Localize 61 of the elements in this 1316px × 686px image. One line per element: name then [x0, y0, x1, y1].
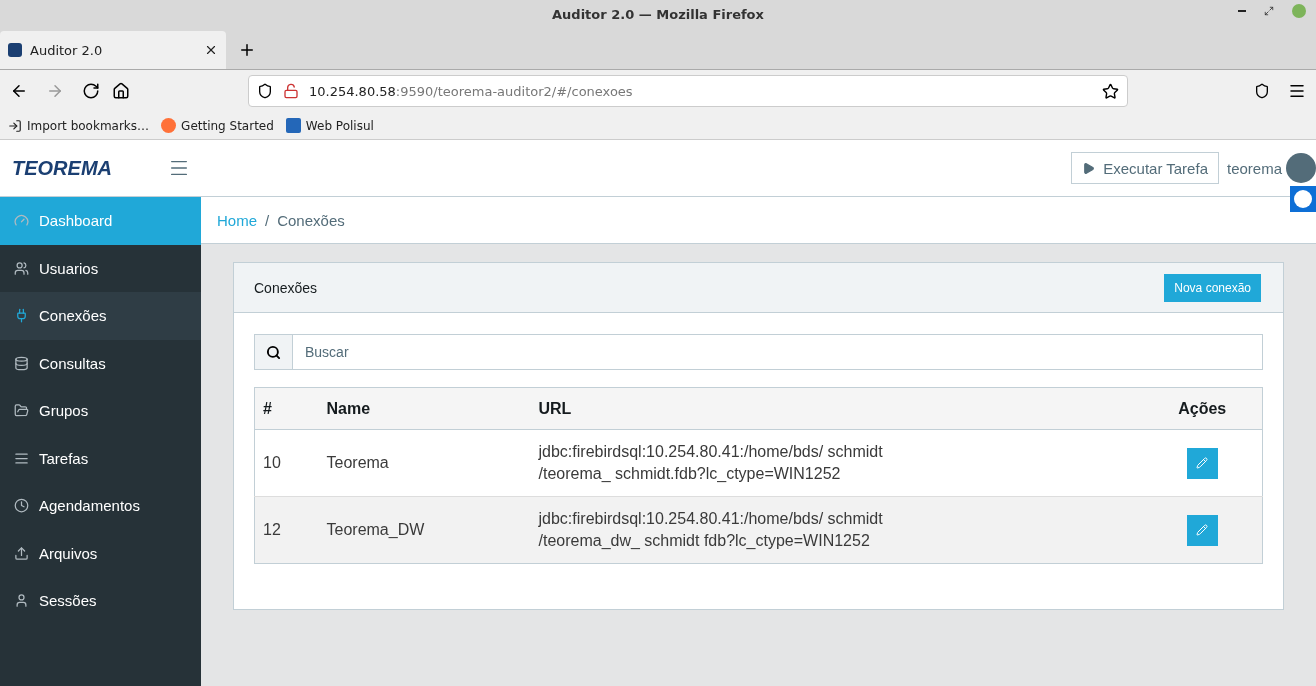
reload-icon[interactable] [82, 82, 100, 100]
column-header: Name [318, 387, 531, 430]
sidebar-item[interactable]: Agendamentos [0, 482, 201, 530]
plug-icon [14, 308, 29, 324]
bookmark-item[interactable]: Web Polisul [285, 118, 374, 133]
sidebar-item[interactable]: Sessões [0, 577, 201, 625]
new-tab-icon[interactable] [238, 41, 256, 59]
sidebar-item[interactable]: Arquivos [0, 529, 201, 577]
card-title: Conexões [254, 279, 318, 296]
back-icon[interactable] [10, 82, 28, 100]
list-icon [14, 450, 29, 466]
address-bar[interactable]: 10.254.80.58:9590/teorema-auditor2/#/conexoes [248, 75, 1128, 107]
sidebar-item[interactable]: Conexões [0, 292, 201, 340]
close-icon[interactable] [204, 43, 218, 57]
bookmark-item[interactable]: Import bookmarks… [8, 118, 150, 133]
run-task-button[interactable]: Executar Tarefa [1071, 152, 1219, 184]
user-icon [14, 593, 29, 609]
browser-logo-icon [161, 118, 177, 133]
url-text: jdbc:firebirdsql:10.254.80.41:/home/bds/ schmidt [538, 442, 884, 462]
edit-icon [1196, 457, 1209, 469]
users-icon [14, 260, 29, 276]
bookmark-item[interactable]: Getting Started [161, 118, 274, 133]
clock-icon [14, 498, 29, 514]
column-header: URL [530, 387, 1143, 430]
breadcrumb-separator: / [265, 211, 270, 229]
home-icon[interactable] [112, 82, 130, 100]
site-icon [285, 118, 301, 133]
table-cell: Teorema_DW [318, 496, 531, 564]
remote-support-icon[interactable] [1290, 186, 1316, 212]
user-name[interactable]: teorema [1226, 159, 1282, 177]
edit-button[interactable] [1186, 447, 1218, 479]
table-cell: Teorema [318, 429, 531, 497]
sidebar-item[interactable]: Tarefas [0, 434, 201, 482]
sidebar-item[interactable]: Consultas [0, 339, 201, 387]
shield-icon[interactable] [257, 83, 273, 99]
table-cell: 10 [254, 429, 319, 497]
column-header: Ações [1142, 387, 1263, 430]
column-header: # [254, 387, 319, 430]
sidebar-item[interactable]: Usuarios [0, 244, 201, 292]
bookmark-star-icon[interactable] [1102, 82, 1119, 100]
restore-icon[interactable] [1264, 6, 1274, 16]
database-icon [14, 355, 29, 371]
edit-icon [1196, 524, 1209, 536]
avatar-icon[interactable] [1286, 153, 1316, 183]
url-text: jdbc:firebirdsql:10.254.80.41:/home/bds/ schmidt [538, 509, 884, 529]
window-title: Auditor 2.0 — Mozilla Firefox [552, 6, 764, 22]
folder-icon [14, 403, 29, 419]
lock-icon[interactable] [283, 83, 299, 99]
breadcrumb-item[interactable]: Conexões [277, 211, 345, 229]
url-text: /teorema_ schmidt.fdb?lc_ctype=WIN1252 [538, 464, 842, 484]
sidebar-item[interactable]: Grupos [0, 387, 201, 435]
menu-icon[interactable] [1288, 82, 1306, 100]
import-icon [8, 118, 22, 133]
search-icon [266, 344, 281, 360]
browser-tab[interactable]: Auditor 2.0 [0, 31, 226, 69]
play-icon [1082, 161, 1096, 175]
tab-favicon-icon [8, 43, 22, 57]
upload-icon [14, 545, 29, 561]
teorema-logo: TEOREMA [12, 156, 113, 180]
url-text: /teorema_dw_ schmidt fdb?lc_ctype=WIN1252 [538, 531, 871, 551]
table-cell: 12 [254, 496, 319, 564]
